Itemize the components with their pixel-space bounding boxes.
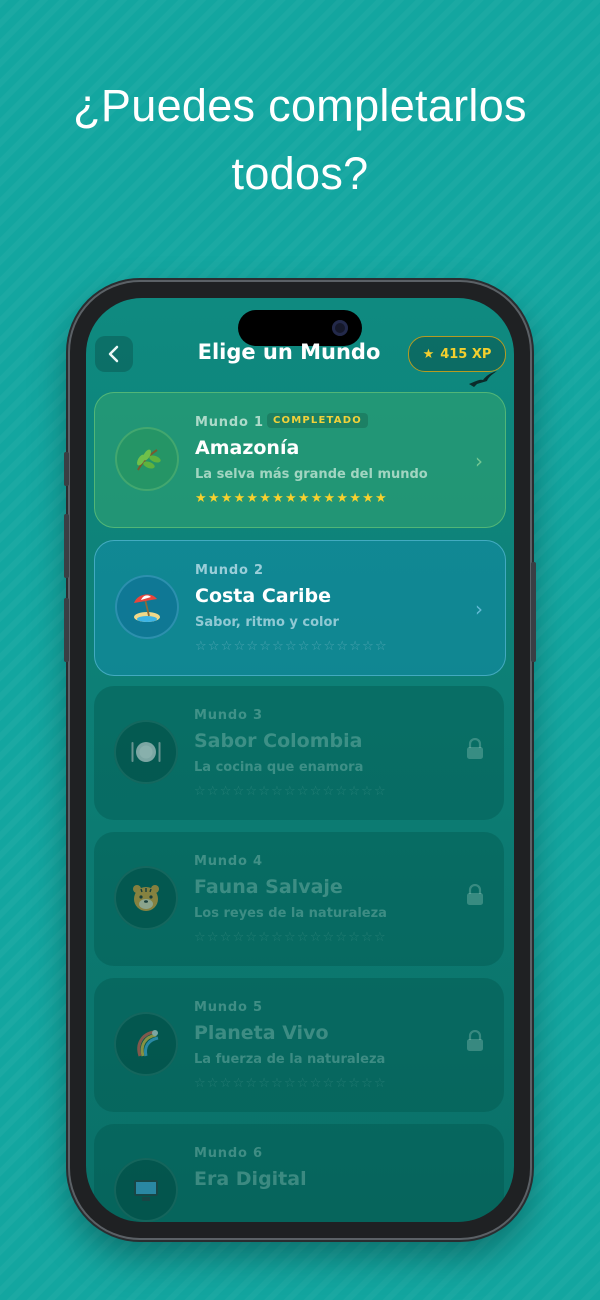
world-3-name: Sabor Colombia: [194, 730, 363, 752]
star-icon: ★: [422, 346, 435, 362]
lock-icon: [467, 884, 483, 905]
completed-badge: COMPLETADO: [267, 413, 368, 428]
world-card-1[interactable]: Mundo 1 COMPLETADO Amazonía La selva más…: [94, 392, 506, 528]
headline-line-2: todos?: [231, 148, 369, 199]
leaf-icon: [137, 449, 161, 471]
world-1-description: La selva más grande del mundo: [195, 467, 428, 482]
world-4-stars: ☆☆☆☆☆☆☆☆☆☆☆☆☆☆☆: [194, 930, 387, 945]
world-2-icon-circle: [115, 575, 179, 639]
volume-up-button: [64, 514, 69, 578]
world-3-stars: ☆☆☆☆☆☆☆☆☆☆☆☆☆☆☆: [194, 784, 387, 799]
world-4-name: Fauna Salvaje: [194, 876, 343, 898]
world-2-description: Sabor, ritmo y color: [195, 615, 339, 630]
bird-icon: [469, 371, 497, 387]
plate-cutlery-icon: [131, 742, 161, 762]
camera-icon: [332, 320, 348, 336]
computer-icon: [134, 1180, 158, 1201]
world-5-stars: ☆☆☆☆☆☆☆☆☆☆☆☆☆☆☆: [194, 1076, 387, 1091]
app-screen: Elige un Mundo ★ 415 XP Mundo 1 COMPLETA…: [86, 298, 514, 1222]
world-6-icon-circle: [114, 1158, 178, 1222]
world-3-number: Mundo 3: [194, 708, 263, 723]
rainbow-icon: [137, 1030, 159, 1057]
world-1-stars: ★★★★★★★★★★★★★★★: [195, 491, 388, 506]
world-3-description: La cocina que enamora: [194, 760, 364, 775]
world-4-icon-circle: [114, 866, 178, 930]
world-5-name: Planeta Vivo: [194, 1022, 329, 1044]
world-1-name: Amazonía: [195, 437, 300, 459]
xp-badge[interactable]: ★ 415 XP: [408, 336, 506, 372]
world-4-description: Los reyes de la naturaleza: [194, 906, 387, 921]
world-5-icon-circle: [114, 1012, 178, 1076]
world-card-3[interactable]: Mundo 3 Sabor Colombia La cocina que ena…: [94, 686, 504, 820]
world-1-number: Mundo 1: [195, 415, 264, 430]
lock-icon: [467, 1030, 483, 1051]
world-card-5[interactable]: Mundo 5 Planeta Vivo La fuerza de la nat…: [94, 978, 504, 1112]
world-2-stars: ☆☆☆☆☆☆☆☆☆☆☆☆☆☆☆: [195, 639, 388, 654]
world-5-description: La fuerza de la naturaleza: [194, 1052, 386, 1067]
world-card-2[interactable]: Mundo 2 Costa Caribe Sabor, ritmo y colo…: [94, 540, 506, 676]
world-5-number: Mundo 5: [194, 1000, 263, 1015]
chevron-right-icon: ›: [475, 449, 483, 473]
headline: ¿Puedes completarlos todos?: [0, 72, 600, 208]
beach-umbrella-icon: [134, 594, 160, 622]
world-3-icon-circle: [114, 720, 178, 784]
world-1-icon-circle: [115, 427, 179, 491]
volume-down-button: [64, 598, 69, 662]
xp-value: 415 XP: [440, 346, 492, 362]
world-4-number: Mundo 4: [194, 854, 263, 869]
world-2-name: Costa Caribe: [195, 585, 331, 607]
action-button: [64, 452, 69, 486]
tiger-face-icon: [133, 885, 159, 911]
lock-icon: [467, 738, 483, 759]
chevron-right-icon: ›: [475, 597, 483, 621]
phone-mockup: Elige un Mundo ★ 415 XP Mundo 1 COMPLETA…: [64, 282, 536, 1238]
nav-bar: Elige un Mundo ★ 415 XP: [86, 336, 514, 376]
world-2-number: Mundo 2: [195, 563, 264, 578]
world-card-6[interactable]: Mundo 6 Era Digital: [94, 1124, 504, 1222]
world-6-name: Era Digital: [194, 1168, 307, 1190]
power-button: [531, 562, 536, 662]
world-card-4[interactable]: Mundo 4 Fauna Salvaje Los reyes de la na…: [94, 832, 504, 966]
headline-line-1: ¿Puedes completarlos: [73, 80, 527, 131]
world-6-number: Mundo 6: [194, 1146, 263, 1161]
